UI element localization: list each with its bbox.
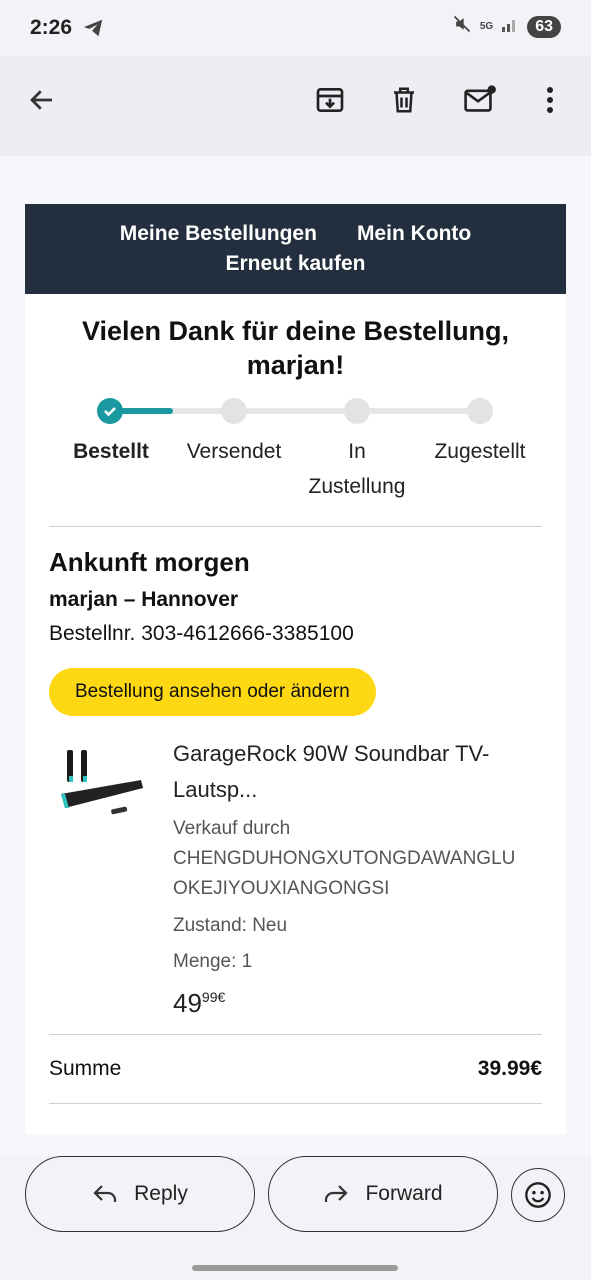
archive-button[interactable] <box>306 76 354 124</box>
email-nav-bar: Meine Bestellungen Mein Konto Erneut kau… <box>25 204 566 294</box>
summary-value: 39.99€ <box>477 1057 542 1080</box>
back-button[interactable] <box>18 76 66 124</box>
buy-again-link[interactable]: Erneut kaufen <box>225 252 365 276</box>
view-order-button[interactable]: Bestellung ansehen oder ändern <box>49 668 376 716</box>
reply-actions: Reply Forward <box>0 1156 591 1280</box>
thanks-line-2: marjan! <box>246 350 345 380</box>
step-label-shipped: Versendet <box>186 440 282 463</box>
home-indicator[interactable] <box>192 1265 398 1271</box>
my-account-link[interactable]: Mein Konto <box>357 222 471 246</box>
battery-indicator: 63 <box>527 15 561 38</box>
forward-label: Forward <box>365 1182 443 1205</box>
step-dot-shipped <box>221 398 247 424</box>
summary-row: Summe 39.99€ <box>25 1035 566 1103</box>
seller-name-line1: CHENGDUHONGXUTONGDAWANGLU <box>173 848 516 869</box>
my-orders-link[interactable]: Meine Bestellungen <box>120 222 317 246</box>
emoji-reaction-button[interactable] <box>511 1168 565 1222</box>
step-dot-ordered <box>97 398 123 424</box>
step-label-delivered: Zugestellt <box>434 440 526 463</box>
reply-icon <box>93 1185 117 1202</box>
forward-icon <box>325 1185 349 1202</box>
reply-label: Reply <box>134 1182 188 1205</box>
check-icon <box>104 407 116 417</box>
product-info: GarageRock 90W Soundbar TV- Lautsp... Ve… <box>173 736 545 1019</box>
product-title-line2: Lautsp... <box>173 777 258 802</box>
telegram-icon <box>82 17 104 39</box>
forward-button[interactable]: Forward <box>268 1156 498 1232</box>
reply-button[interactable]: Reply <box>25 1156 255 1232</box>
arrival-title: Ankunft morgen <box>49 547 250 577</box>
product-condition: Zustand: Neu <box>173 915 288 936</box>
seller-label: Verkauf durch <box>173 818 291 839</box>
back-arrow-icon <box>30 90 52 110</box>
seller-info: Verkauf durch CHENGDUHONGXUTONGDAWANGLU … <box>173 814 545 904</box>
signal-icon <box>501 15 519 38</box>
price-cents: 99€ <box>201 989 226 1005</box>
delivery-progress: Bestellt Versendet In Zustellung Zugeste… <box>25 396 566 526</box>
network-label: 5G <box>479 20 494 32</box>
product-item: GarageRock 90W Soundbar TV- Lautsp... Ve… <box>25 716 566 1034</box>
summary-label: Summe <box>49 1057 122 1080</box>
step-dot-delivered <box>467 398 493 424</box>
step-dot-in-delivery <box>344 398 370 424</box>
more-options-button[interactable] <box>526 76 574 124</box>
recipient-location: marjan – Hannover <box>49 588 239 611</box>
step-label-in-delivery: In Zustellung <box>291 434 423 504</box>
email-toolbar <box>0 56 591 156</box>
thanks-line-1: Vielen Dank für deine Bestellung, <box>81 316 510 346</box>
mark-unread-button[interactable] <box>456 76 504 124</box>
price-main: 49 <box>173 988 202 1018</box>
archive-icon <box>316 88 344 112</box>
product-image[interactable] <box>55 746 147 822</box>
step-label-in-delivery-line2: Zustellung <box>308 475 406 498</box>
status-time: 2:26 <box>30 16 73 39</box>
product-price: 4999€ <box>173 988 545 1019</box>
status-icons: 5G 63 <box>452 14 561 39</box>
delete-icon <box>394 87 414 113</box>
arrival-section: Ankunft morgen marjan – Hannover Bestell… <box>25 527 566 716</box>
order-confirmation-card: Meine Bestellungen Mein Konto Erneut kau… <box>25 204 566 1134</box>
mute-icon <box>452 14 472 39</box>
email-body: Meine Bestellungen Mein Konto Erneut kau… <box>0 156 591 1156</box>
step-label-ordered: Bestellt <box>73 440 149 463</box>
smiley-icon <box>525 1182 551 1208</box>
mark-unread-icon <box>464 85 496 112</box>
product-title[interactable]: GarageRock 90W Soundbar TV- Lautsp... <box>173 736 545 808</box>
thanks-heading: Vielen Dank für deine Bestellung, marjan… <box>25 314 566 382</box>
more-vert-icon <box>547 87 553 113</box>
delete-button[interactable] <box>380 76 428 124</box>
divider <box>49 1103 542 1104</box>
step-label-in-delivery-line1: In <box>348 440 366 463</box>
seller-name-line2: OKEJIYOUXIANGONGSI <box>173 878 390 899</box>
product-quantity: Menge: 1 <box>173 951 253 972</box>
status-bar: 2:26 5G 63 <box>0 0 591 56</box>
product-title-line1: GarageRock 90W Soundbar TV- <box>173 741 490 766</box>
order-number: Bestellnr. 303-4612666-3385100 <box>49 622 354 645</box>
